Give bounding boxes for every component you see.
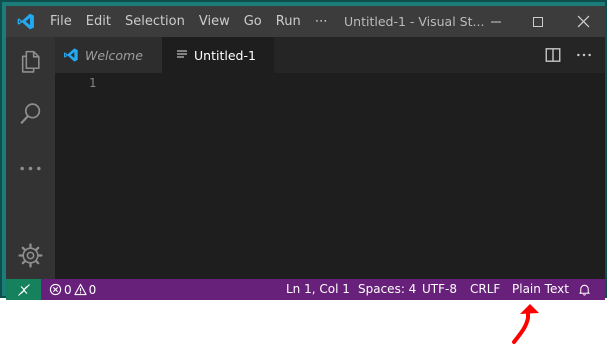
editor-area[interactable]: 1 bbox=[55, 73, 605, 279]
maximize-button[interactable] bbox=[522, 6, 554, 37]
warning-icon bbox=[74, 283, 87, 296]
tab-label: Untitled-1 bbox=[194, 47, 256, 63]
title-bar: File Edit Selection View Go Run ⋯ Untitl… bbox=[6, 6, 605, 37]
indentation[interactable]: Spaces: 4 bbox=[358, 279, 416, 300]
line-ending[interactable]: CRLF bbox=[470, 279, 500, 300]
menu-go[interactable]: Go bbox=[244, 14, 262, 29]
tab-welcome[interactable]: Welcome bbox=[55, 37, 162, 73]
bell-icon[interactable] bbox=[578, 283, 591, 296]
minimize-icon bbox=[491, 21, 501, 22]
tab-label: Welcome bbox=[85, 47, 143, 63]
line-number: 1 bbox=[89, 76, 97, 90]
maximize-icon bbox=[533, 16, 543, 27]
menu-bar: File Edit Selection View Go Run ⋯ bbox=[50, 6, 343, 37]
close-icon bbox=[577, 15, 589, 28]
menu-run[interactable]: Run bbox=[276, 14, 301, 29]
vscode-logo-icon bbox=[64, 48, 78, 62]
window-title: Untitled-1 - Visual St... bbox=[344, 14, 485, 29]
search-icon[interactable] bbox=[18, 101, 43, 126]
vscode-logo bbox=[17, 13, 34, 30]
text-file-icon bbox=[177, 50, 187, 58]
menu-file[interactable]: File bbox=[50, 14, 72, 29]
error-count: 0 bbox=[64, 282, 72, 297]
remote-indicator[interactable] bbox=[6, 279, 41, 300]
minimize-button[interactable] bbox=[480, 6, 512, 37]
more-actions-icon[interactable] bbox=[575, 46, 593, 64]
error-icon bbox=[49, 283, 62, 296]
annotation-arrow-icon bbox=[512, 304, 539, 344]
vscode-window: File Edit Selection View Go Run ⋯ Untitl… bbox=[6, 6, 605, 300]
menu-view[interactable]: View bbox=[199, 14, 230, 29]
cursor-position[interactable]: Ln 1, Col 1 bbox=[286, 279, 350, 300]
editor-tab-bar: Welcome Untitled-1 bbox=[55, 37, 605, 73]
remote-icon bbox=[17, 283, 30, 296]
menu-selection[interactable]: Selection bbox=[125, 14, 185, 29]
menu-edit[interactable]: Edit bbox=[86, 14, 111, 29]
close-button[interactable] bbox=[567, 6, 599, 37]
encoding[interactable]: UTF-8 bbox=[422, 279, 457, 300]
language-mode[interactable]: Plain Text bbox=[512, 279, 569, 300]
more-icon[interactable] bbox=[18, 156, 43, 181]
status-bar: 0 0 Ln 1, Col 1 Spaces: 4 UTF-8 CRLF Pla… bbox=[6, 279, 605, 300]
split-editor-icon[interactable] bbox=[544, 46, 562, 64]
settings-gear-icon[interactable] bbox=[18, 243, 43, 268]
warning-count: 0 bbox=[88, 282, 97, 297]
window-frame: File Edit Selection View Go Run ⋯ Untitl… bbox=[0, 0, 607, 300]
tab-untitled-1[interactable]: Untitled-1 bbox=[162, 37, 274, 73]
activity-bar bbox=[6, 37, 55, 279]
problems-indicator[interactable]: 0 0 bbox=[49, 279, 98, 300]
menu-more[interactable]: ⋯ bbox=[315, 14, 329, 29]
explorer-icon[interactable] bbox=[18, 49, 43, 74]
